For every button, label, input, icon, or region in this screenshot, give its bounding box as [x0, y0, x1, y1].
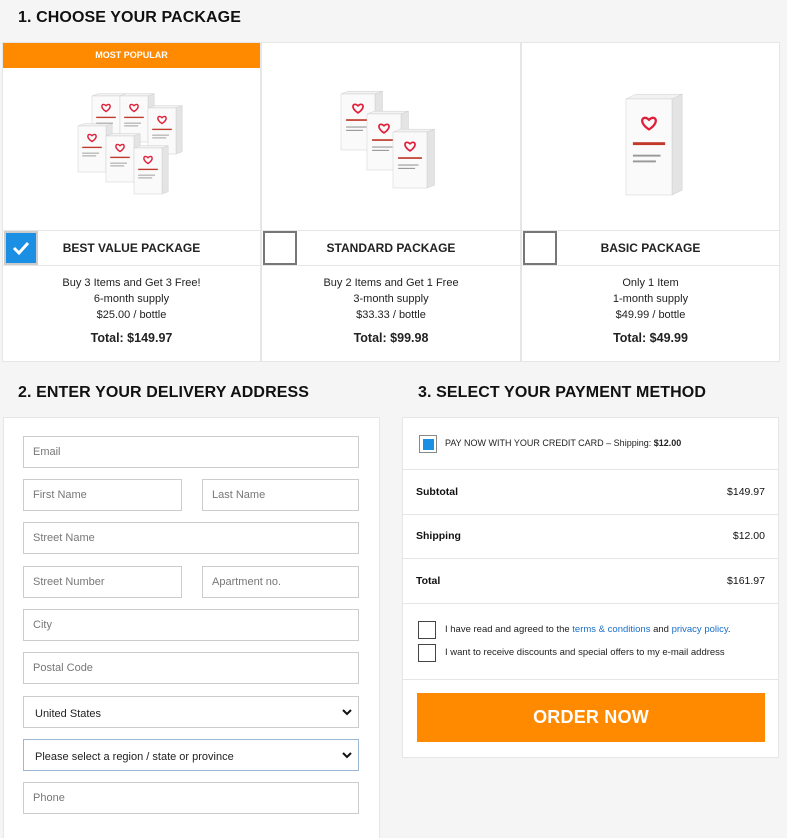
phone-field[interactable]: Phone: [23, 782, 359, 814]
street-number-field[interactable]: Street Number: [23, 566, 182, 598]
price-per-bottle: $49.99 / bottle: [615, 309, 686, 321]
total-label: Total: [416, 575, 441, 587]
package-description: Only 1 Item 1-month supply $49.99 / bott…: [522, 275, 779, 323]
package-name: BASIC PACKAGE: [522, 230, 779, 266]
country-select[interactable]: United States: [23, 696, 359, 728]
package-total: Total: $149.97: [90, 331, 173, 345]
supply-line: 1-month supply: [612, 293, 689, 305]
city-field[interactable]: City: [23, 609, 359, 641]
shipping-label: Shipping: [416, 530, 461, 542]
offer-line: Buy 2 Items and Get 1 Free: [323, 277, 459, 289]
privacy-link[interactable]: privacy policy: [672, 624, 728, 635]
shipping-row: Shipping $12.00: [403, 514, 778, 558]
bottles-1-image: [625, 93, 682, 196]
payment-method-label: PAY NOW WITH YOUR CREDIT CARD – Shipping…: [445, 438, 682, 448]
terms-checkbox[interactable]: [418, 621, 436, 639]
supply-line: 3-month supply: [353, 293, 429, 305]
chevron-down-icon: [342, 740, 352, 770]
payment-section-title: 3. SELECT YOUR PAYMENT METHOD: [418, 384, 706, 401]
consent-row: [403, 603, 778, 679]
product-image: [3, 68, 260, 230]
shipping-value: $12.00: [732, 530, 765, 542]
product-box: [392, 128, 435, 189]
offers-text: I want to receive discounts and special …: [445, 647, 725, 658]
last-name-field[interactable]: Last Name: [202, 479, 359, 511]
offers-checkbox[interactable]: [418, 644, 436, 662]
bottles-3-image: [340, 90, 435, 189]
payment-panel: PAY NOW WITH YOUR CREDIT CARD – Shipping…: [402, 417, 779, 758]
region-select[interactable]: Please select a region / state or provin…: [23, 739, 359, 771]
package-total: Total: $49.99: [613, 331, 688, 345]
email-field[interactable]: Email: [23, 436, 359, 468]
total-value: $161.97: [727, 575, 765, 587]
package-description: Buy 3 Items and Get 3 Free! 6-month supp…: [3, 275, 260, 323]
product-box: [625, 93, 682, 196]
chevron-down-icon: [342, 697, 352, 727]
subtotal-label: Subtotal: [416, 486, 458, 498]
radio-fill: [422, 438, 434, 450]
price-per-bottle: $25.00 / bottle: [96, 309, 167, 321]
region-value: Please select a region / state or provin…: [35, 751, 234, 763]
terms-link[interactable]: terms & conditions: [572, 624, 650, 635]
credit-card-radio[interactable]: [419, 435, 437, 453]
bottles-6-image: [77, 93, 182, 195]
subtotal-value: $149.97: [727, 486, 765, 498]
most-popular-ribbon: MOST POPULAR: [3, 43, 260, 68]
package-name: STANDARD PACKAGE: [262, 230, 520, 266]
price-per-bottle: $33.33 / bottle: [356, 309, 426, 321]
delivery-section-title: 2. ENTER YOUR DELIVERY ADDRESS: [18, 384, 310, 401]
first-name-field[interactable]: First Name: [23, 479, 182, 511]
product-box: [133, 145, 168, 195]
subtotal-row: Subtotal $149.97: [403, 469, 778, 514]
package-name: BEST VALUE PACKAGE: [3, 230, 260, 266]
supply-line: 6-month supply: [93, 293, 170, 305]
package-section-title: 1. CHOOSE YOUR PACKAGE: [18, 9, 241, 26]
street-name-field[interactable]: Street Name: [23, 522, 359, 554]
country-value: United States: [35, 708, 102, 720]
package-card-basic[interactable]: BASIC PACKAGE Only 1 Item 1-month supply…: [521, 42, 780, 362]
product-image: [262, 68, 520, 230]
apartment-field[interactable]: Apartment no.: [202, 566, 359, 598]
order-now-button[interactable]: ORDER NOW: [417, 693, 765, 742]
offer-line: Buy 3 Items and Get 3 Free!: [62, 277, 201, 289]
package-card-best-value[interactable]: MOST POPULAR BEST VALUE PACKAGE Buy 3 It…: [2, 42, 261, 362]
terms-text: I have read and agreed to the terms & co…: [445, 624, 731, 635]
total-row: Total $161.97: [403, 558, 778, 603]
product-image: [522, 68, 779, 230]
package-card-standard[interactable]: STANDARD PACKAGE Buy 2 Items and Get 1 F…: [261, 42, 521, 362]
postal-code-field[interactable]: Postal Code: [23, 652, 359, 684]
address-form: Email First Name Last Name Street Name S…: [3, 417, 380, 838]
package-total: Total: $99.98: [353, 331, 429, 345]
package-description: Buy 2 Items and Get 1 Free 3-month suppl…: [262, 275, 520, 323]
offer-line: Only 1 Item: [622, 277, 679, 289]
